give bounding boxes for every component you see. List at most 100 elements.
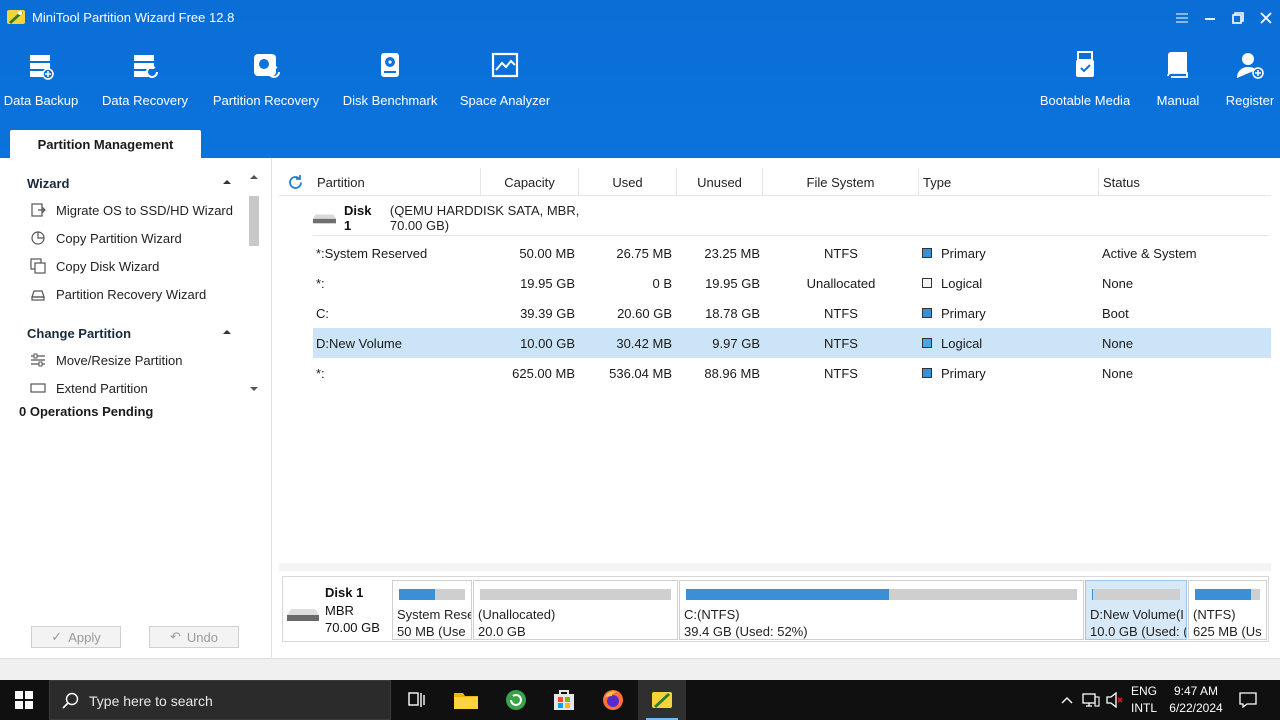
cell-status: None <box>1102 358 1270 388</box>
column-partition[interactable]: Partition <box>317 168 481 196</box>
data-recovery-label: Data Recovery <box>102 93 188 108</box>
scrollbar-thumb[interactable] <box>249 196 259 246</box>
bootable-media-label: Bootable Media <box>1039 93 1131 108</box>
table-horizontal-scrollbar[interactable] <box>279 563 1271 571</box>
cell-partition-text: *:System Reserved <box>316 245 428 261</box>
scroll-up-icon[interactable] <box>249 172 259 182</box>
chevron-up-icon <box>223 180 231 184</box>
cell-partition-text: *: <box>316 365 325 381</box>
migrate-os-wizard-item[interactable]: Migrate OS to SSD/HD Wizard <box>0 196 246 224</box>
table-row[interactable]: *: 625.00 MB 536.04 MB 88.96 MB NTFS Primary N… <box>313 358 1271 388</box>
disk-map-partition[interactable]: (NTFS) 625 MB (Us <box>1188 580 1267 640</box>
status-bar <box>0 658 1280 680</box>
table-row[interactable]: *: 19.95 GB 0 B 19.95 GB Unallocated Logical N… <box>313 268 1271 298</box>
tab-partition-management[interactable]: Partition Management <box>10 130 201 158</box>
menu-button[interactable] <box>1168 6 1196 30</box>
close-button[interactable] <box>1252 6 1280 30</box>
scroll-down-icon[interactable] <box>249 384 259 394</box>
windows-logo-icon <box>15 691 33 709</box>
task-view-button[interactable] <box>392 680 440 720</box>
folder-icon <box>454 693 478 709</box>
hamburger-icon <box>1176 13 1188 23</box>
cell-type-text: Primary <box>941 245 986 261</box>
apply-button[interactable]: ✓ Apply <box>31 626 121 648</box>
keyboard-layout: INTL <box>1130 701 1157 715</box>
partition-size: 625 MB (Us <box>1193 624 1262 639</box>
microsoft-store-button[interactable] <box>540 680 588 720</box>
cell-partition-text: *: <box>316 275 325 291</box>
extend-partition-item[interactable]: Extend Partition <box>0 374 246 402</box>
clock[interactable]: 9:47 AM 6/22/2024 <box>1166 683 1226 717</box>
input-language-button[interactable]: ENG INTL <box>1128 683 1160 717</box>
partition-wizard-taskbar-button[interactable] <box>638 680 686 720</box>
disk-map-disk-size: 70.00 GB <box>325 620 380 635</box>
copy-partition-wizard-label: Copy Partition Wizard <box>56 230 182 246</box>
cell-fs-text: NTFS <box>824 335 858 351</box>
data-backup-button[interactable]: Data Backup <box>4 48 78 116</box>
cell-used-text: 536.04 MB <box>609 365 672 381</box>
column-capacity[interactable]: Capacity <box>481 168 579 196</box>
bootable-media-button[interactable]: Bootable Media <box>1036 48 1134 116</box>
usage-bar <box>480 589 671 600</box>
app-green-button[interactable] <box>492 680 540 720</box>
disk-map-partition[interactable]: System Rese 50 MB (Use <box>392 580 472 640</box>
table-row[interactable]: C: 39.39 GB 20.60 GB 18.78 GB NTFS Primary Boo… <box>313 298 1271 328</box>
task-view-icon <box>408 692 425 707</box>
column-file-system[interactable]: File System <box>763 168 919 196</box>
disk-benchmark-button[interactable]: Disk Benchmark <box>343 48 437 116</box>
cell-fs: NTFS <box>763 298 919 328</box>
start-button[interactable] <box>0 680 48 720</box>
chevron-up-icon <box>1061 697 1073 704</box>
partition-label: C:(NTFS) <box>684 607 740 622</box>
register-label: Register <box>1225 93 1275 108</box>
usage-bar <box>1092 589 1180 600</box>
move-resize-partition-item[interactable]: Move/Resize Partition <box>0 346 246 374</box>
column-used[interactable]: Used <box>579 168 677 196</box>
undo-button[interactable]: ↶ Undo <box>149 626 239 648</box>
search-icon <box>62 692 79 709</box>
notifications-button[interactable] <box>1234 680 1262 720</box>
disk-map-partition[interactable]: (Unallocated) 20.0 GB <box>473 580 678 640</box>
space-analyzer-button[interactable]: Space Analyzer <box>459 48 551 116</box>
data-backup-icon <box>30 55 54 80</box>
windows-taskbar: Type here to search ENG INTL 9:47 AM 6/2… <box>0 680 1280 720</box>
column-unused[interactable]: Unused <box>677 168 763 196</box>
cell-unused: 18.78 GB <box>677 298 760 328</box>
taskbar-search-box[interactable]: Type here to search <box>49 680 391 720</box>
cell-capacity: 10.00 GB <box>481 328 575 358</box>
table-row[interactable]: *:System Reserved 50.00 MB 26.75 MB 23.25 M… <box>313 238 1271 268</box>
cell-used-text: 20.60 GB <box>617 305 672 321</box>
table-row[interactable]: D:New Volume 10.00 GB 30.42 MB 9.97 GB NTFS L… <box>313 328 1271 358</box>
file-explorer-button[interactable] <box>442 680 490 720</box>
cell-unused-text: 19.95 GB <box>705 275 760 291</box>
data-recovery-button[interactable]: Data Recovery <box>102 48 188 116</box>
section-wizard[interactable]: Wizard <box>0 170 246 196</box>
cell-partition-text: D:New Volume <box>316 335 402 351</box>
refresh-icon[interactable] <box>287 174 304 191</box>
restore-button[interactable] <box>1224 6 1252 30</box>
disk-map-disk-info[interactable]: Disk 1 MBR 70.00 GB <box>283 577 391 641</box>
disk-header-row[interactable]: Disk 1 (QEMU HARDDISK SATA, MBR, 70.00 G… <box>313 200 613 236</box>
copy-partition-wizard-item[interactable]: Copy Partition Wizard <box>0 224 246 252</box>
manual-button[interactable]: Manual <box>1154 48 1202 116</box>
disk-map-partition[interactable]: D:New Volume(I 10.0 GB (Used: ( <box>1085 580 1187 640</box>
firefox-button[interactable] <box>589 680 637 720</box>
cell-capacity-text: 39.39 GB <box>520 305 575 321</box>
section-change-partition[interactable]: Change Partition <box>0 320 246 346</box>
copy-disk-wizard-item[interactable]: Copy Disk Wizard <box>0 252 246 280</box>
volume-button[interactable] <box>1104 680 1126 720</box>
disk-benchmark-label: Disk Benchmark <box>342 93 438 108</box>
network-button[interactable] <box>1080 680 1102 720</box>
firefox-icon <box>603 690 623 710</box>
partition-recovery-wizard-item[interactable]: Partition Recovery Wizard <box>0 280 246 308</box>
register-button[interactable]: Register <box>1222 48 1278 116</box>
partition-recovery-button[interactable]: Partition Recovery <box>212 48 320 116</box>
chevron-up-icon <box>223 330 231 334</box>
action-panel-scrollbar[interactable] <box>246 170 262 396</box>
minimize-button[interactable] <box>1196 6 1224 30</box>
cell-fs-text: NTFS <box>824 305 858 321</box>
column-status[interactable]: Status <box>1099 168 1271 196</box>
column-type[interactable]: Type <box>919 168 1099 196</box>
disk-map-partition[interactable]: C:(NTFS) 39.4 GB (Used: 52%) <box>679 580 1084 640</box>
show-hidden-icons-button[interactable] <box>1058 680 1076 720</box>
